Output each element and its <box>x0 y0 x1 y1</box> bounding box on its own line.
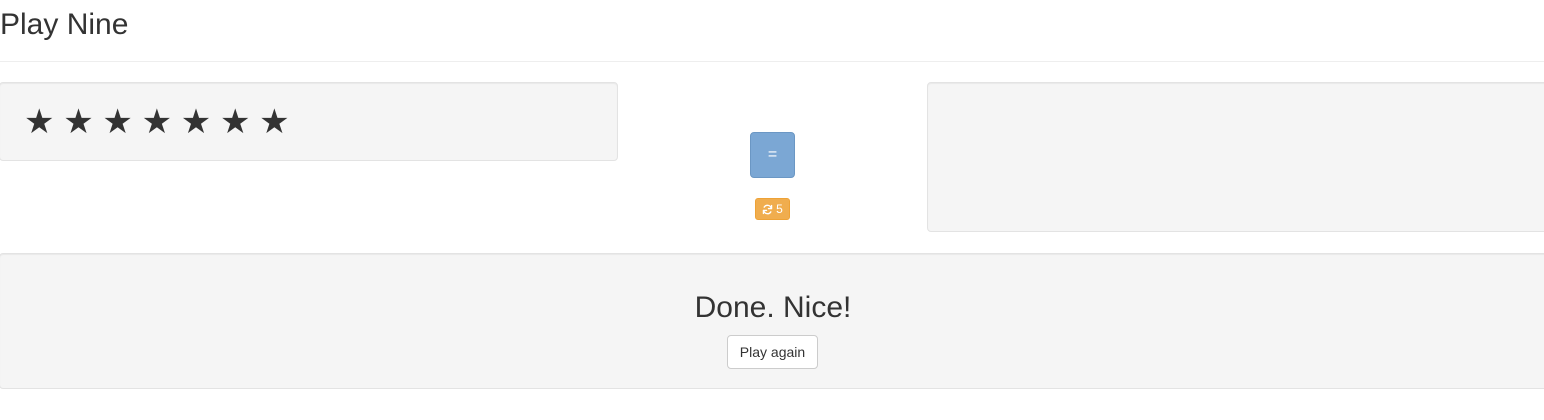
star-icon: ★ <box>259 101 290 142</box>
star-icon: ★ <box>180 101 212 142</box>
star-icon: ★ <box>63 101 94 142</box>
star-icon: ★ <box>24 101 55 142</box>
star-icon: ★ <box>141 101 173 142</box>
check-answer-button[interactable]: = <box>750 132 795 178</box>
redraw-button[interactable]: 5 <box>755 198 790 220</box>
header-divider <box>0 61 1544 62</box>
stars-row: ★ ★ ★ ★ ★ ★ ★ <box>24 83 617 160</box>
play-again-button[interactable]: Play again <box>727 335 818 369</box>
page-title: Play Nine <box>0 8 129 41</box>
answer-frame <box>927 82 1544 232</box>
redraw-count: 5 <box>776 202 783 216</box>
refresh-icon <box>762 204 773 215</box>
stars-frame: ★ ★ ★ ★ ★ ★ ★ <box>0 82 618 161</box>
star-icon: ★ <box>219 101 251 142</box>
result-message: Done. Nice! <box>694 291 852 324</box>
star-icon: ★ <box>102 101 133 142</box>
game-page: Play Nine ★ ★ ★ ★ ★ ★ ★ = 5 Done. Nice! Play a… <box>0 0 1544 420</box>
